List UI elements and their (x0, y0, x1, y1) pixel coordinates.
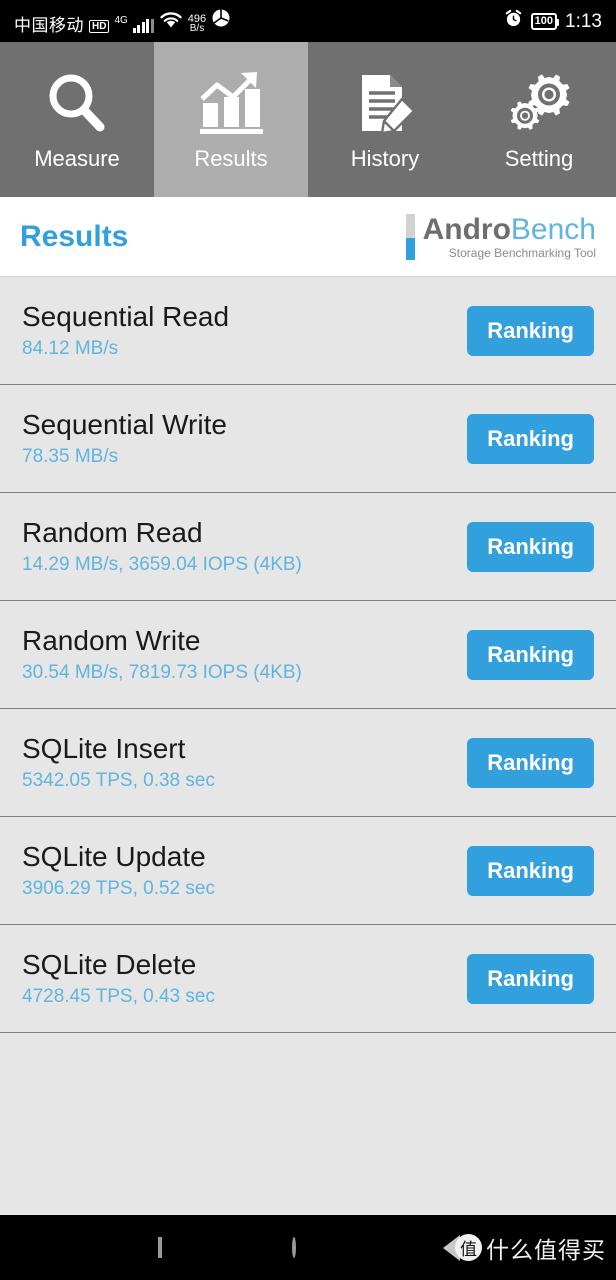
result-value: 5342.05 TPS, 0.38 sec (22, 770, 215, 791)
result-row-text: SQLite Update 3906.29 TPS, 0.52 sec (22, 842, 215, 899)
result-value: 14.29 MB/s, 3659.04 IOPS (4KB) (22, 554, 302, 575)
result-title: SQLite Delete (22, 949, 197, 980)
phone-screen: 中国移动 HD 4G 496 B/s 100 1:13 Measure Resu… (0, 0, 616, 1280)
ranking-button[interactable]: Ranking (467, 413, 594, 464)
tab-setting[interactable]: Setting (462, 42, 616, 197)
tab-results[interactable]: Results (154, 42, 308, 197)
tab-history[interactable]: History (308, 42, 462, 197)
results-list: Sequential Read 84.12 MB/s Ranking Sequenti… (0, 277, 616, 1033)
result-title: Random Read (22, 517, 203, 548)
main-tab-bar: Measure Results History Setting (0, 42, 616, 197)
logo-subtitle: Storage Benchmarking Tool (448, 245, 596, 260)
watermark: 值 什么值得买 (443, 1231, 606, 1265)
battery-icon: 100 (530, 12, 560, 30)
result-row: Random Write 30.54 MB/s, 7819.73 IOPS (4K… (0, 601, 616, 709)
status-bar: 中国移动 HD 4G 496 B/s 100 1:13 (0, 0, 616, 42)
logo-bar-icon (405, 213, 415, 260)
watermark-badge: 值 (455, 1234, 482, 1261)
carrier-label: 中国移动 (14, 16, 84, 35)
tab-setting-label: Setting (504, 145, 574, 171)
document-pencil-icon (350, 68, 420, 140)
watermark-label: 什么值得买 (486, 1236, 606, 1263)
result-value: 84.12 MB/s (22, 338, 119, 359)
result-title: SQLite Update (22, 841, 206, 872)
ranking-button[interactable]: Ranking (467, 629, 594, 680)
result-value: 3906.29 TPS, 0.52 sec (22, 878, 215, 899)
bar-chart-icon (195, 68, 267, 140)
tab-measure[interactable]: Measure (0, 42, 154, 197)
logo-wordmark: AndroBench (422, 212, 596, 246)
result-value: 30.54 MB/s, 7819.73 IOPS (4KB) (22, 662, 302, 683)
magnifier-icon (42, 68, 112, 140)
status-bar-right: 100 1:13 (504, 9, 602, 33)
result-row: SQLite Insert 5342.05 TPS, 0.38 sec Rankin… (0, 709, 616, 817)
ranking-button[interactable]: Ranking (467, 305, 594, 356)
logo-andro: Andro (422, 212, 511, 246)
result-row-text: Random Write 30.54 MB/s, 7819.73 IOPS (4K… (22, 626, 302, 683)
wifi-icon (159, 11, 183, 33)
circle-icon[interactable] (292, 1236, 296, 1258)
signal-icon (132, 18, 154, 33)
result-row: Sequential Write 78.35 MB/s Ranking (0, 385, 616, 493)
data-speed-icon: 496 B/s (188, 14, 206, 34)
status-bar-left: 中国移动 HD 4G 496 B/s (14, 8, 231, 34)
data-speed-unit: B/s (189, 23, 205, 34)
ranking-button[interactable]: Ranking (467, 953, 594, 1004)
alarm-icon (504, 9, 523, 33)
androbench-logo: AndroBench Storage Benchmarking Tool (405, 212, 596, 260)
result-row-text: SQLite Delete 4728.45 TPS, 0.43 sec (22, 950, 215, 1007)
gears-icon (503, 68, 575, 140)
clock-label: 1:13 (565, 10, 602, 32)
logo-bench: Bench (510, 212, 596, 246)
result-value: 4728.45 TPS, 0.43 sec (22, 986, 215, 1007)
result-title: SQLite Insert (22, 733, 186, 764)
result-row: SQLite Update 3906.29 TPS, 0.52 sec Rankin… (0, 817, 616, 925)
result-title: Sequential Write (22, 409, 227, 440)
result-title: Random Write (22, 625, 201, 656)
page-title: Results (20, 219, 129, 253)
hd-icon: HD (89, 20, 110, 33)
result-row-text: Sequential Read 84.12 MB/s (22, 302, 229, 359)
tab-history-label: History (350, 145, 420, 171)
tab-results-label: Results (194, 145, 268, 171)
result-title: Sequential Read (22, 301, 230, 332)
result-value: 78.35 MB/s (22, 446, 119, 467)
page-header: Results AndroBench Storage Benchmarking … (0, 197, 616, 277)
result-row: Random Read 14.29 MB/s, 3659.04 IOPS (4KB… (0, 493, 616, 601)
tab-measure-label: Measure (34, 145, 120, 171)
globe-icon (211, 8, 231, 33)
result-row-text: SQLite Insert 5342.05 TPS, 0.38 sec (22, 734, 215, 791)
empty-space (0, 1033, 616, 1208)
ranking-button[interactable]: Ranking (467, 845, 594, 896)
result-row: Sequential Read 84.12 MB/s Ranking (0, 277, 616, 385)
system-nav-bar: 值 什么值得买 (0, 1215, 616, 1280)
result-row-text: Random Read 14.29 MB/s, 3659.04 IOPS (4KB… (22, 518, 302, 575)
network-type-label: 4G (114, 15, 128, 26)
ranking-button[interactable]: Ranking (467, 737, 594, 788)
result-row-text: Sequential Write 78.35 MB/s (22, 410, 227, 467)
ranking-button[interactable]: Ranking (467, 521, 594, 572)
result-row: SQLite Delete 4728.45 TPS, 0.43 sec Rankin… (0, 925, 616, 1033)
logo-text: AndroBench Storage Benchmarking Tool (422, 212, 596, 260)
square-icon[interactable] (158, 1236, 162, 1258)
